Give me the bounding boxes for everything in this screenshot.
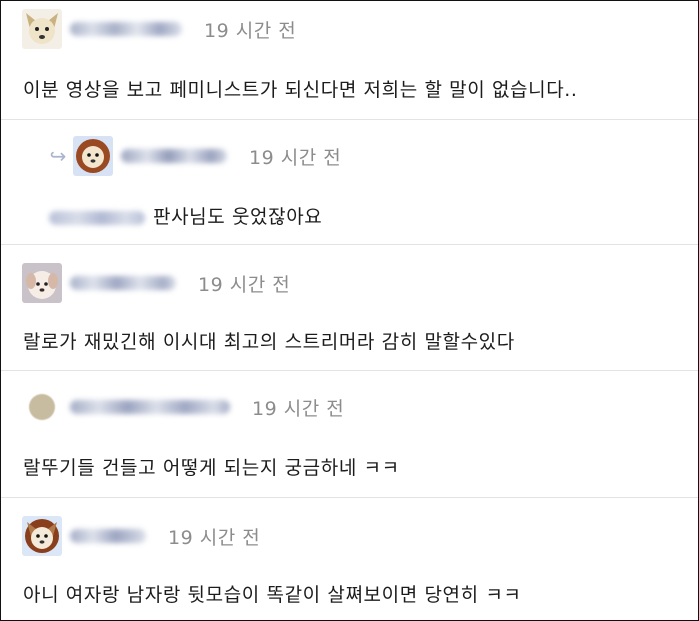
- puppy-avatar-icon[interactable]: [22, 263, 62, 303]
- mention-tag[interactable]: [49, 210, 145, 225]
- comment-text: 아니 여자랑 남자랑 뒷모습이 똑같이 살쪄보이면 당연히 ㅋㅋ: [23, 584, 522, 606]
- author-name[interactable]: [70, 400, 230, 414]
- comment-item: 19 시간 전 이분 영상을 보고 페미니스트가 되신다면 저희는 할 말이 없…: [1, 1, 698, 119]
- lion-avatar-icon[interactable]: [73, 136, 113, 176]
- comment-item: 19 시간 전 아니 여자랑 남자랑 뒷모습이 똑같이 살쪄보이면 당연히 ㅋㅋ: [1, 498, 698, 620]
- comment-list: 19 시간 전 이분 영상을 보고 페미니스트가 되신다면 저희는 할 말이 없…: [0, 0, 699, 621]
- author-name[interactable]: [121, 149, 227, 163]
- comment-item: 19 시간 전 랄로가 재밌긴해 이시대 최고의 스트리머라 감히 말할수있다: [1, 245, 698, 369]
- comment-text: 판사님도 웃었잖아요: [49, 202, 322, 229]
- author-name[interactable]: [70, 529, 146, 543]
- comment-time: 19 시간 전: [252, 397, 345, 420]
- comment-time: 19 시간 전: [198, 273, 291, 296]
- author-name[interactable]: [70, 22, 182, 36]
- reply-item: ↪ 19 시간 전 판사님도 웃었잖아요: [1, 120, 698, 244]
- comment-text: 이분 영상을 보고 페미니스트가 되신다면 저희는 할 말이 없습니다..: [23, 79, 578, 101]
- default-avatar-icon[interactable]: [22, 387, 62, 427]
- comment-time: 19 시간 전: [204, 19, 297, 42]
- comment-text: 랄뚜기들 건들고 어떻게 되는지 궁금하네 ㅋㅋ: [23, 457, 400, 479]
- dog-avatar-icon[interactable]: [22, 9, 62, 49]
- reply-arrow-icon: ↪: [49, 144, 67, 168]
- author-name[interactable]: [70, 276, 176, 290]
- comment-time: 19 시간 전: [249, 146, 342, 169]
- comment-time: 19 시간 전: [168, 526, 261, 549]
- comment-text-content: 판사님도 웃었잖아요: [153, 206, 323, 228]
- comment-text: 랄로가 재밌긴해 이시대 최고의 스트리머라 감히 말할수있다: [23, 331, 515, 353]
- comment-item: 19 시간 전 랄뚜기들 건들고 어떻게 되는지 궁금하네 ㅋㅋ: [1, 371, 698, 497]
- dog-avatar-icon[interactable]: [22, 516, 62, 556]
